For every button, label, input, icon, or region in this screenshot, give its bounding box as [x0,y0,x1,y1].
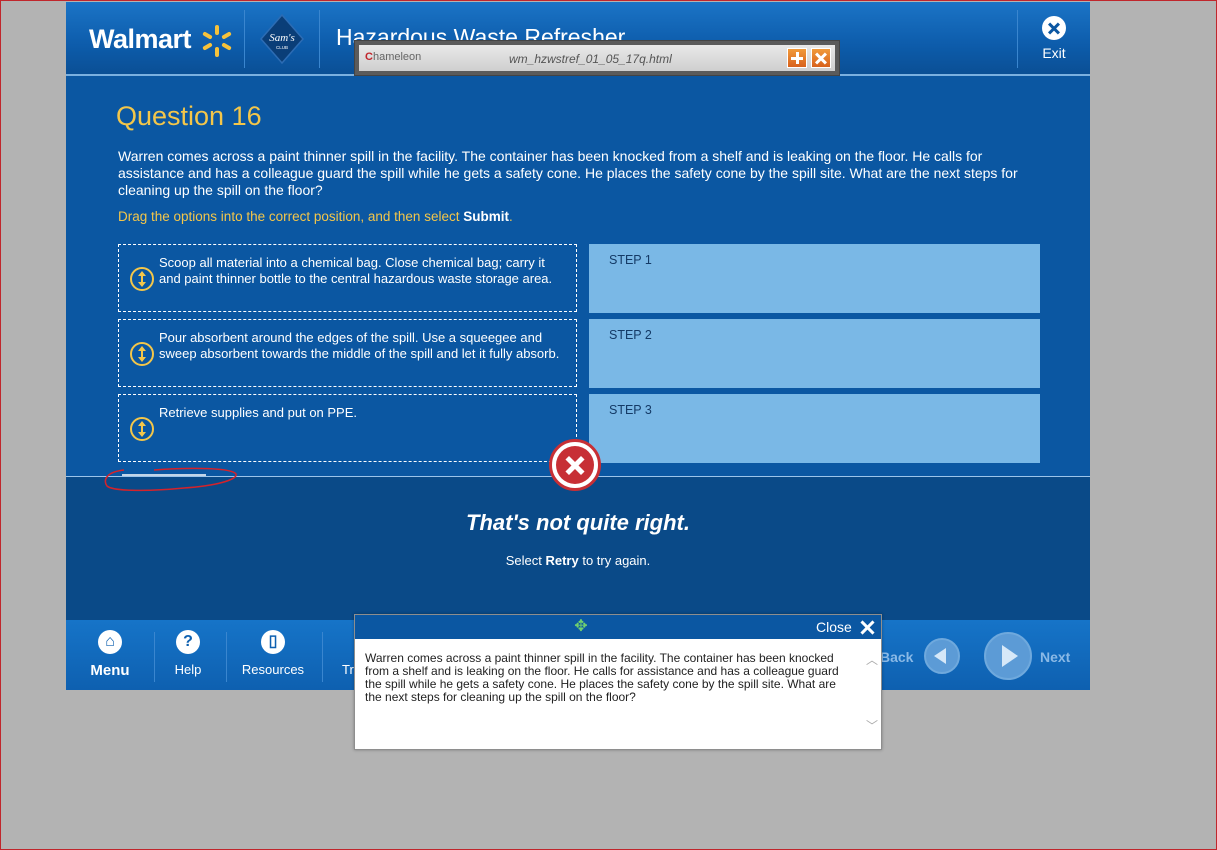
step-label: STEP 2 [609,328,652,342]
popup-title-bar[interactable]: ✥ Close [355,615,881,639]
exit-icon [1042,16,1066,40]
instruction-text: Drag the options into the correct positi… [118,209,464,224]
step-label: STEP 1 [609,253,652,267]
svg-text:CLUB: CLUB [276,45,288,50]
close-icon[interactable] [811,48,831,68]
drag-handle-icon [130,267,154,291]
feedback-sub-prefix: Select [505,553,546,568]
nav-separator [154,632,155,682]
close-icon[interactable] [859,619,875,635]
drag-option[interactable]: Pour absorbent around the edges of the s… [118,319,577,387]
plus-icon[interactable] [787,48,807,68]
chameleon-toolbar-inner: Chameleon wm_hzwstref_01_05_17q.html [359,45,835,71]
chameleon-logo-mark: C [365,51,373,63]
chameleon-filename: wm_hzwstref_01_05_17q.html [509,52,672,66]
question-instruction: Drag the options into the correct positi… [118,209,513,224]
drag-option[interactable]: Retrieve supplies and put on PPE. [118,394,577,462]
nav-separator [322,632,323,682]
next-arrow-icon[interactable] [984,632,1032,680]
drag-option[interactable]: Scoop all material into a chemical bag. … [118,244,577,312]
svg-text:Sam's: Sam's [269,32,295,44]
error-x-icon [549,439,601,491]
question-text: Warren comes across a paint thinner spil… [118,148,1018,198]
help-icon: ? [176,630,200,654]
step-label: STEP 3 [609,403,652,417]
resources-icon: ▯ [261,630,285,654]
nav-separator [226,632,227,682]
feedback-sub-suffix: to try again. [578,553,651,568]
step-drop-zone[interactable]: STEP 1 [589,244,1040,313]
exit-label: Exit [1042,45,1066,61]
instruction-submit-word: Submit [463,209,509,224]
header-divider [1017,10,1018,68]
feedback-title: That's not quite right. [466,510,690,535]
spark-icon [202,25,232,57]
step-drop-zone[interactable]: STEP 3 [589,394,1040,463]
step-drop-zone[interactable]: STEP 2 [589,319,1040,388]
instruction-suffix: . [508,209,513,224]
back-label[interactable]: Back [880,649,913,665]
menu-button[interactable]: ⌂ Menu [90,630,130,679]
feedback-subtext: Select Retry to try again. [66,553,1090,568]
annotation-scribble [104,467,237,492]
home-icon: ⌂ [98,630,122,654]
drag-handle-icon [130,417,154,441]
menu-label: Menu [90,662,130,679]
header-divider [244,10,245,68]
feedback-panel: That's not quite right. Select Retry to … [66,476,1090,623]
header-divider [319,10,320,68]
resources-label: Resources [241,662,305,677]
chameleon-toolbar: Chameleon wm_hzwstref_01_05_17q.html [354,40,840,76]
help-label: Help [174,662,202,677]
chameleon-logo: Chameleon [365,51,421,63]
exit-button[interactable]: Exit [1032,16,1076,61]
sams-club-logo: Sam's CLUB [260,14,304,64]
feedback-retry-word: Retry [545,553,579,568]
move-icon[interactable]: ✥ [573,619,589,635]
option-text: Scoop all material into a chemical bag. … [159,255,553,286]
resources-button[interactable]: ▯ Resources [238,630,308,677]
transcript-popup: ✥ Close Warren comes across a paint thin… [354,614,882,750]
help-button[interactable]: ? Help [168,630,208,677]
walmart-logo: Walmart [89,24,192,54]
back-arrow-icon[interactable] [924,638,960,674]
popup-close-label[interactable]: Close [816,619,852,635]
scroll-up-icon[interactable]: ︿ [866,654,878,666]
chameleon-logo-text: hameleon [372,51,422,63]
course-window: Walmart Sam's CLUB Hazardous Waste Refre… [66,2,1090,690]
drag-handle-icon [130,342,154,366]
option-text: Retrieve supplies and put on PPE. [159,405,358,420]
transcript-text: Warren comes across a paint thinner spil… [365,651,839,704]
question-title: Question 16 [116,101,262,131]
next-label[interactable]: Next [1040,649,1070,665]
scroll-down-icon[interactable]: ﹀ [866,720,878,732]
option-text: Pour absorbent around the edges of the s… [159,330,560,361]
